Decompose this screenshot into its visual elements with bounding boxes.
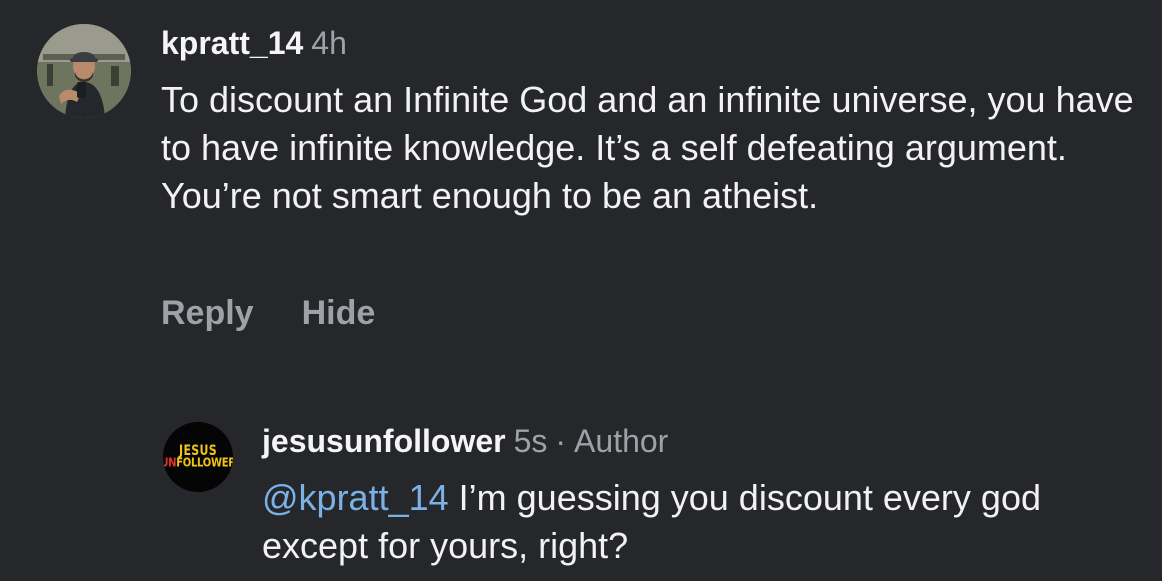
separator-dot: · [555,423,567,459]
author-label: Author [574,423,669,459]
comment-thread: kpratt_14 4h To discount an Infinite God … [0,0,1162,581]
comment-header: kpratt_14 4h [161,25,347,62]
reply-username[interactable]: jesusunfollower [262,423,506,459]
comment-timestamp: 4h [311,25,347,61]
avatar[interactable] [37,24,131,118]
reply-text: @kpratt_14 I’m guessing you discount eve… [262,474,1142,570]
user-photo-icon [37,24,131,118]
logo-text-unfollower: UNFOLLOWER [163,456,233,471]
reply-header: jesusunfollower 5s · Author [262,423,668,460]
logo-text-jesus: JESUS [179,442,217,459]
reply-button[interactable]: Reply [161,294,254,332]
comment-actions: Reply Hide [161,294,375,333]
comment-text: To discount an Infinite God and an infin… [161,79,1134,216]
hide-button[interactable]: Hide [302,294,376,332]
author-avatar[interactable]: JESUS UNFOLLOWER [163,422,233,492]
mention-link[interactable]: @kpratt_14 [262,477,449,518]
comment-username[interactable]: kpratt_14 [161,25,303,61]
reply-timestamp: 5s [513,423,548,459]
